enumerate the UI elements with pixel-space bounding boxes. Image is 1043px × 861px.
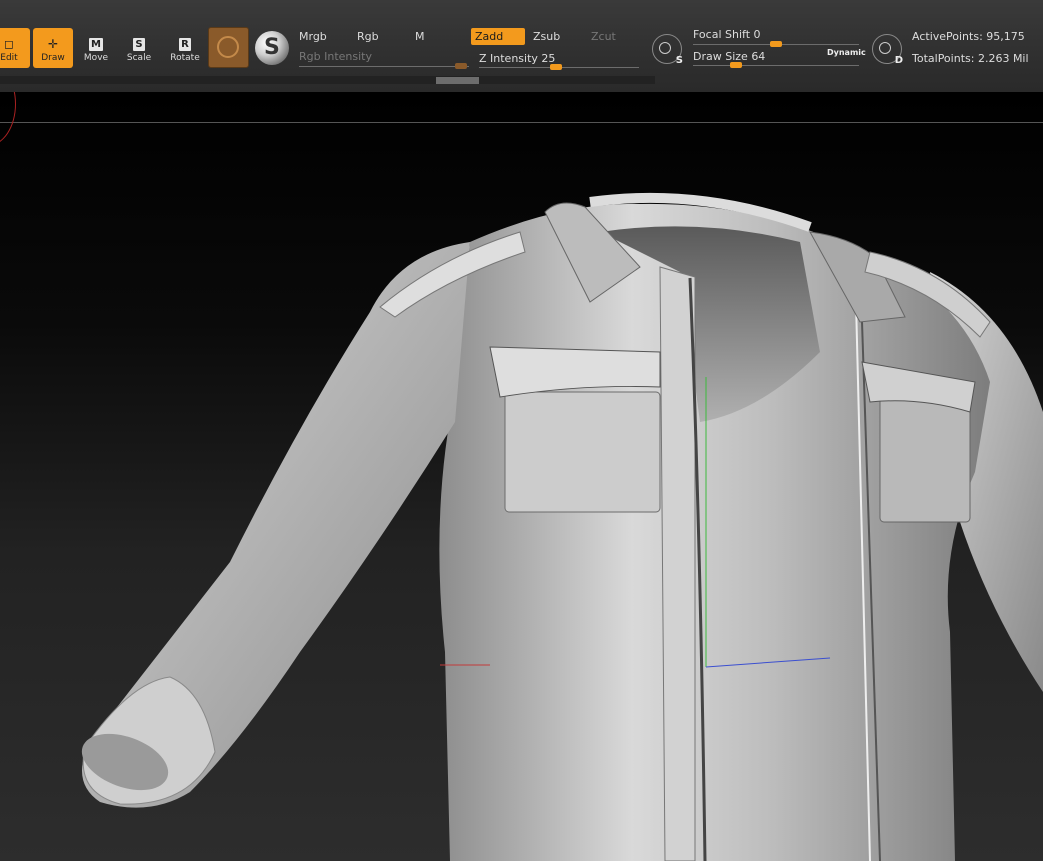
- draw-size-knob[interactable]: [730, 62, 742, 68]
- top-toolbar: ◻ Edit ✛ Draw M Move S Scale R Rotate S …: [0, 0, 1043, 93]
- zsub-button[interactable]: Zsub: [529, 28, 583, 45]
- pocket-right: [879, 391, 971, 523]
- zadd-button[interactable]: Zadd: [471, 28, 525, 45]
- dynamic-toggle[interactable]: Dynamic: [827, 48, 866, 57]
- rgb-button[interactable]: Rgb: [353, 28, 407, 45]
- dynamic-stroke-icon: [659, 42, 671, 54]
- stroke-options-button[interactable]: S: [652, 34, 683, 66]
- rotate-button[interactable]: R Rotate: [165, 28, 205, 68]
- scale-button[interactable]: S Scale: [119, 28, 159, 68]
- edit-button[interactable]: ◻ Edit: [0, 28, 30, 68]
- focal-shift-knob[interactable]: [770, 41, 782, 47]
- draw-size-label: Draw Size 64: [693, 50, 766, 63]
- draw-size-value: 64: [751, 50, 766, 63]
- shirt-model[interactable]: [0, 92, 1043, 861]
- move-key-icon: M: [89, 38, 103, 51]
- focal-shift-value: 0: [753, 28, 761, 41]
- zcut-button[interactable]: Zcut: [587, 28, 641, 45]
- brush-button[interactable]: [208, 27, 249, 68]
- scale-key-icon: S: [133, 38, 145, 51]
- move-button[interactable]: M Move: [76, 28, 116, 68]
- canvas-viewport[interactable]: [0, 92, 1043, 861]
- crosshair-icon: ✛: [47, 37, 59, 51]
- toolbar-scroll-thumb[interactable]: [436, 77, 479, 84]
- standard-brush-icon: [217, 36, 239, 58]
- mrgb-button[interactable]: Mrgb: [295, 28, 349, 45]
- draw-options-button[interactable]: D: [872, 34, 903, 66]
- shirt-placket: [659, 266, 696, 861]
- z-intensity-label: Z Intensity 25: [479, 52, 556, 65]
- rgb-intensity-slider[interactable]: [299, 66, 469, 67]
- m-button[interactable]: M: [411, 28, 465, 45]
- draw-button[interactable]: ✛ Draw: [33, 28, 73, 68]
- edit-icon: ◻: [4, 37, 14, 51]
- toolbar-scrollbar[interactable]: [0, 76, 655, 84]
- focal-shift-label: Focal Shift 0: [693, 28, 761, 41]
- rotate-key-icon: R: [179, 38, 191, 51]
- material-button[interactable]: S: [255, 31, 289, 65]
- target-icon: [879, 42, 891, 54]
- total-points-readout: TotalPoints: 2.263 Mil: [912, 52, 1029, 65]
- pocket-left: [504, 391, 661, 513]
- draw-size-slider[interactable]: [693, 65, 859, 66]
- z-intensity-knob[interactable]: [550, 64, 562, 70]
- active-points-readout: ActivePoints: 95,175: [912, 30, 1025, 43]
- rgb-intensity-label: Rgb Intensity: [299, 50, 372, 63]
- rgb-intensity-knob[interactable]: [455, 63, 467, 69]
- matcap-sphere-icon: S: [264, 35, 280, 60]
